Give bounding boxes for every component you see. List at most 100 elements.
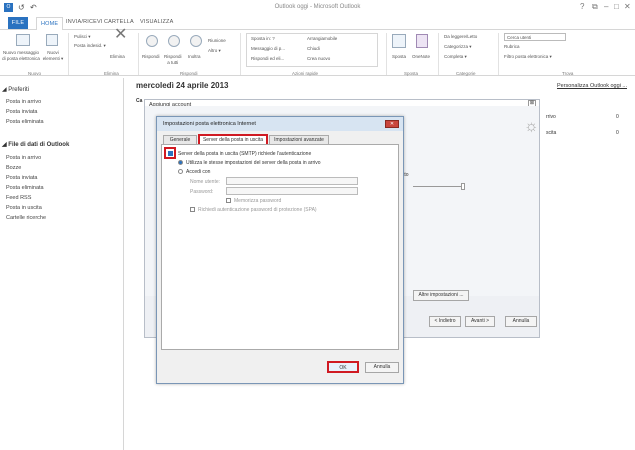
restore-ribbon-button[interactable]: ⧉ <box>592 2 598 12</box>
dialog-title: Impostazioni posta elettronica Internet <box>157 117 403 131</box>
new-items-button[interactable]: Nuovi elementi ▾ <box>42 50 64 62</box>
forward-icon <box>190 35 202 47</box>
group-new-label: Nuovo <box>28 71 42 76</box>
wizard-cancel-button[interactable]: Annulla <box>505 316 537 327</box>
group-find-label: Trova <box>562 71 574 76</box>
ok-button[interactable]: OK <box>327 361 359 373</box>
inbox-count: 0 <box>616 114 619 120</box>
ignore-button[interactable]: Pulisci ▾ <box>74 34 91 40</box>
reply-all-icon <box>168 35 180 47</box>
quick-step-team[interactable]: Rispondi ed eli... <box>251 56 284 62</box>
ribbon: Nuovo messaggio di posta elettronica Nuo… <box>0 26 635 76</box>
sidebar-item-sent[interactable]: Posta inviata <box>6 175 38 181</box>
tab-folder[interactable]: CARTELLA <box>104 19 134 25</box>
followup-button[interactable]: Completa ▾ <box>444 54 467 60</box>
personalize-link[interactable]: Personalizza Outlook oggi ... <box>557 83 627 89</box>
inbox-label[interactable]: rrivo <box>546 114 556 120</box>
filter-email-button[interactable]: Filtro posta elettronica ▾ <box>504 54 552 60</box>
tab-file[interactable]: FILE <box>8 17 28 29</box>
quick-step-create[interactable]: Crea nuovo <box>307 56 330 62</box>
delete-button[interactable]: Elimina <box>110 54 125 60</box>
dialog-cancel-button[interactable]: Annulla <box>365 362 399 373</box>
group-tags-label: Categorie <box>456 71 476 76</box>
tab-view[interactable]: VISUALIZZA <box>140 19 173 25</box>
separator <box>138 33 139 75</box>
onenote-icon <box>416 34 428 48</box>
help-button[interactable]: ? <box>580 2 584 11</box>
next-button[interactable]: Avanti > <box>465 316 495 327</box>
sidebar-item-search-folders[interactable]: Cartelle ricerche <box>6 215 46 221</box>
quick-step-move[interactable]: Sposta in: ? <box>251 36 275 42</box>
username-label: Nome utente: <box>190 179 221 185</box>
spa-label: Richiedi autenticazione password di prot… <box>198 207 317 213</box>
tab-send-receive[interactable]: INVIA/RICEVI <box>66 19 103 25</box>
forward-button[interactable]: Inoltra <box>188 54 201 60</box>
move-button[interactable]: Sposta <box>392 54 406 60</box>
sidebar-item-deleted[interactable]: Posta eliminata <box>6 185 44 191</box>
minimize-button[interactable]: – <box>604 2 608 11</box>
search-people-label: Cerca utenti <box>507 35 532 40</box>
sidebar-item-favorites-deleted[interactable]: Posta eliminata <box>6 119 44 125</box>
password-label: Password: <box>190 189 214 195</box>
close-button[interactable]: ✕ <box>624 2 631 11</box>
data-file-header[interactable]: ◢ File di dati di Outlook <box>2 141 69 148</box>
app-title: Outlook oggi - Microsoft Outlook <box>274 4 361 10</box>
logon-with-label: Accedi con <box>186 169 211 175</box>
separator <box>240 33 241 75</box>
junk-button[interactable]: Posta indesid. ▾ <box>74 43 106 49</box>
internet-email-settings-dialog: Impostazioni posta elettronica Internet … <box>156 116 404 384</box>
group-quicksteps-label: Azioni rapide <box>292 71 319 76</box>
onenote-button[interactable]: OneNote <box>412 54 430 60</box>
separator <box>386 33 387 75</box>
separator <box>68 33 69 75</box>
dialog-close-button[interactable]: ✕ <box>385 120 399 128</box>
outbox-count: 0 <box>616 130 619 136</box>
reply-button[interactable]: Rispondi <box>142 54 160 60</box>
sidebar-item-drafts[interactable]: Bozze <box>6 165 21 171</box>
group-move-label: Sposta <box>404 71 419 76</box>
new-items-icon <box>46 34 58 46</box>
new-email-button[interactable]: Nuovo messaggio di posta elettronica <box>2 50 40 62</box>
quick-steps-gallery: Sposta in: ? Messaggio di p... Rispondi … <box>246 33 378 67</box>
outbox-label[interactable]: scita <box>546 130 556 136</box>
favorites-header[interactable]: ◢ Preferiti <box>2 86 29 93</box>
wizard-slider-handle[interactable] <box>461 183 465 190</box>
quick-step-manager[interactable]: Messaggio di p... <box>251 46 285 52</box>
more-respond-button[interactable]: Altro ▾ <box>208 48 221 54</box>
sidebar-item-inbox[interactable]: Posta in arrivo <box>6 155 41 161</box>
back-button[interactable]: < Indietro <box>429 316 461 327</box>
search-people-input[interactable]: Cerca utenti <box>504 33 566 41</box>
delete-icon: ✕ <box>114 26 128 43</box>
use-same-settings-radio[interactable] <box>178 160 183 165</box>
sidebar-item-outbox[interactable]: Posta in uscita <box>6 205 42 211</box>
move-icon <box>392 34 406 48</box>
folder-pane: ◢ Preferiti Posta in arrivo Posta inviat… <box>0 78 124 450</box>
ribbon-tabs: FILE HOME INVIA/RICEVI CARTELLA VISUALIZ… <box>0 16 635 31</box>
logon-with-radio[interactable] <box>178 169 183 174</box>
username-input[interactable] <box>226 177 358 185</box>
remember-password-label: Memorizza password <box>234 198 282 204</box>
outgoing-server-panel: Server della posta in uscita (SMTP) rich… <box>161 144 399 350</box>
sidebar-item-rss[interactable]: Feed RSS <box>6 195 31 201</box>
quick-step-done[interactable]: Chiudi <box>307 46 320 52</box>
cursor-icon: ☼ <box>524 118 539 135</box>
reply-icon <box>146 35 158 47</box>
quick-step-arrange[interactable]: Arrangiamobile <box>307 36 337 42</box>
group-respond-label: Rispondi <box>180 71 198 76</box>
meeting-button[interactable]: Riunione <box>208 38 226 44</box>
tab-home[interactable]: HOME <box>36 17 64 31</box>
maximize-button[interactable]: □ <box>614 2 619 11</box>
remember-password-checkbox[interactable] <box>226 198 231 203</box>
spa-checkbox[interactable] <box>190 207 195 212</box>
smtp-auth-label: Server della posta in uscita (SMTP) rich… <box>178 151 312 157</box>
separator <box>438 33 439 75</box>
more-settings-button[interactable]: Altre impostazioni ... <box>413 290 469 301</box>
highlight-box <box>164 147 176 159</box>
reply-all-button[interactable]: Rispondi a tutti <box>164 54 182 66</box>
categorize-button[interactable]: Categorizza ▾ <box>444 44 472 50</box>
sidebar-item-favorites-sent[interactable]: Posta inviata <box>6 109 38 115</box>
address-book-button[interactable]: Rubrica <box>504 44 520 50</box>
password-input[interactable] <box>226 187 358 195</box>
unread-read-button[interactable]: Da leggere/Letto <box>444 34 477 40</box>
sidebar-item-favorites-inbox[interactable]: Posta in arrivo <box>6 99 41 105</box>
